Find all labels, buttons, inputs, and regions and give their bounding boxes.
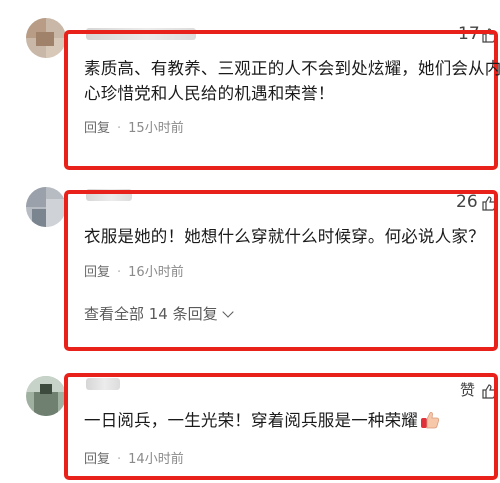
separator-dot: · bbox=[117, 121, 122, 136]
comment-text-line: 心珍惜党和人民给的机遇和荣誉！ bbox=[84, 84, 335, 103]
reply-button[interactable]: 回复 bbox=[84, 121, 110, 136]
timestamp: 15小时前 bbox=[128, 121, 184, 136]
chevron-down-icon bbox=[221, 306, 234, 318]
separator-dot: · bbox=[117, 265, 122, 280]
view-all-replies-label: 查看全部 14 条回复 bbox=[84, 305, 218, 323]
avatar[interactable] bbox=[26, 187, 66, 227]
comment-text-line: 衣服是她的！她想什么穿就什么时候穿。何必说人家？ bbox=[84, 227, 485, 246]
comment-list: 17 素质高、有教养、三观正的人不会到处炫耀，她们会从内 心珍惜党和人民给的机遇… bbox=[0, 0, 500, 483]
comment-meta: 回复 · 14小时前 bbox=[84, 453, 184, 467]
reply-button[interactable]: 回复 bbox=[84, 265, 110, 280]
clapping-hands-icon bbox=[421, 412, 440, 429]
comment-text: 一日阅兵，一生光荣！穿着阅兵服是一种荣耀 bbox=[84, 411, 418, 430]
timestamp: 14小时前 bbox=[128, 452, 184, 467]
comment-item: 17 素质高、有教养、三观正的人不会到处炫耀，她们会从内 心珍惜党和人民给的机遇… bbox=[0, 0, 500, 180]
timestamp: 16小时前 bbox=[128, 265, 184, 280]
avatar[interactable] bbox=[26, 376, 66, 416]
comment-meta: 回复 · 15小时前 bbox=[84, 122, 184, 136]
comment-text-line: 素质高、有教养、三观正的人不会到处炫耀，她们会从内 bbox=[84, 59, 500, 78]
comment-meta: 回复 · 16小时前 bbox=[84, 266, 184, 280]
comment-item: 赞 一日阅兵，一生光荣！穿着阅兵服是一种荣耀 回复 · 14小时前 bbox=[0, 355, 500, 483]
comment-text-line: 一日阅兵，一生光荣！穿着阅兵服是一种荣耀 bbox=[84, 408, 440, 433]
view-all-replies-button[interactable]: 查看全部 14 条回复 bbox=[84, 305, 234, 323]
avatar[interactable] bbox=[26, 18, 66, 58]
reply-button[interactable]: 回复 bbox=[84, 452, 110, 467]
separator-dot: · bbox=[117, 452, 122, 467]
comment-item: 26 衣服是她的！她想什么穿就什么时候穿。何必说人家？ 回复 · 16小时前 查看全… bbox=[0, 180, 500, 355]
